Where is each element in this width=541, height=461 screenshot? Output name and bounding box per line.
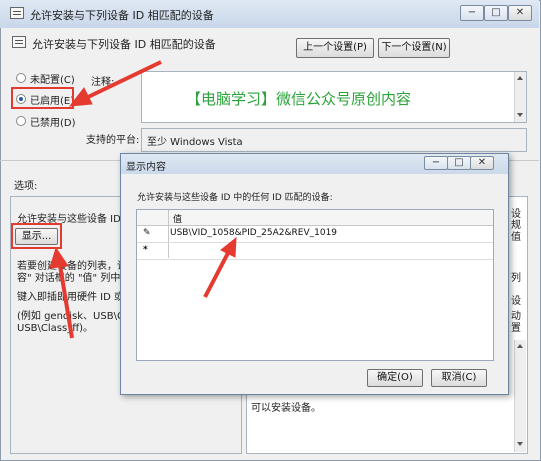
- maximize-button[interactable]: □: [484, 5, 508, 21]
- policy-name: 允许安装与下列设备 ID 相匹配的设备: [32, 38, 216, 51]
- help-fragment: 列: [511, 273, 521, 284]
- enabled-highlight-box: [11, 87, 74, 109]
- grid-header-row: [137, 210, 493, 226]
- help-scrollbar[interactable]: [514, 340, 526, 452]
- help-bottom-text: 可以安装设备。: [251, 403, 321, 414]
- help-line-3: 键入即插即用硬件 ID 或兼: [17, 292, 135, 303]
- dialog-maximize-button[interactable]: □: [447, 156, 471, 170]
- watermark-text: 【电脑学习】微信公众号原创内容: [186, 90, 412, 108]
- options-label: 选项:: [14, 181, 38, 192]
- dialog-title: 显示内容: [126, 162, 166, 173]
- dialog-prompt: 允许安装与这些设备 ID 中的任何 ID 匹配的设备:: [137, 193, 333, 203]
- edit-row-icon: ✎: [143, 228, 151, 238]
- supported-platforms-label: 支持的平台:: [86, 135, 140, 146]
- window-title: 允许安装与下列设备 ID 相匹配的设备: [30, 9, 214, 22]
- ok-button[interactable]: 确定(O): [367, 369, 423, 387]
- comment-label: 注释:: [91, 77, 115, 88]
- disabled-label[interactable]: 已禁用(D): [30, 114, 76, 129]
- help-line-2: 容" 对话框的 "值" 列中: [17, 273, 121, 284]
- dialog-minimize-button[interactable]: −: [424, 156, 448, 170]
- cancel-button[interactable]: 取消(C): [431, 369, 487, 387]
- policy-icon: [10, 7, 24, 19]
- comment-scrollbar[interactable]: [514, 72, 526, 122]
- new-row-icon: *: [143, 245, 148, 255]
- supported-platforms-value: 至少 Windows Vista: [147, 137, 243, 148]
- help-fragment: 值: [511, 232, 521, 243]
- value-column-header[interactable]: 值: [173, 212, 182, 225]
- setting-icon: [12, 36, 26, 48]
- disabled-radio[interactable]: [16, 116, 26, 126]
- value-cell[interactable]: USB\VID_1058&PID_25A2&REV_1019: [170, 228, 337, 238]
- table-row[interactable]: [137, 243, 493, 260]
- previous-setting-button[interactable]: 上一个设置(P): [296, 38, 374, 58]
- not-configured-label[interactable]: 未配置(C): [30, 71, 75, 86]
- dialog-close-button[interactable]: ✕: [470, 156, 494, 170]
- scroll-down-icon[interactable]: [517, 442, 523, 446]
- scroll-up-icon[interactable]: [517, 344, 523, 348]
- help-fragment: 置: [511, 323, 521, 334]
- scroll-up-icon[interactable]: [517, 76, 523, 80]
- next-setting-button[interactable]: 下一个设置(N): [378, 38, 450, 58]
- help-line-5: USB\Class_ff)。: [17, 323, 93, 334]
- help-fragment: 设: [511, 296, 521, 307]
- close-button[interactable]: ✕: [508, 5, 532, 21]
- minimize-button[interactable]: −: [460, 5, 484, 21]
- not-configured-radio[interactable]: [16, 73, 26, 83]
- show-highlight-box: [11, 223, 62, 249]
- scroll-down-icon[interactable]: [517, 113, 523, 117]
